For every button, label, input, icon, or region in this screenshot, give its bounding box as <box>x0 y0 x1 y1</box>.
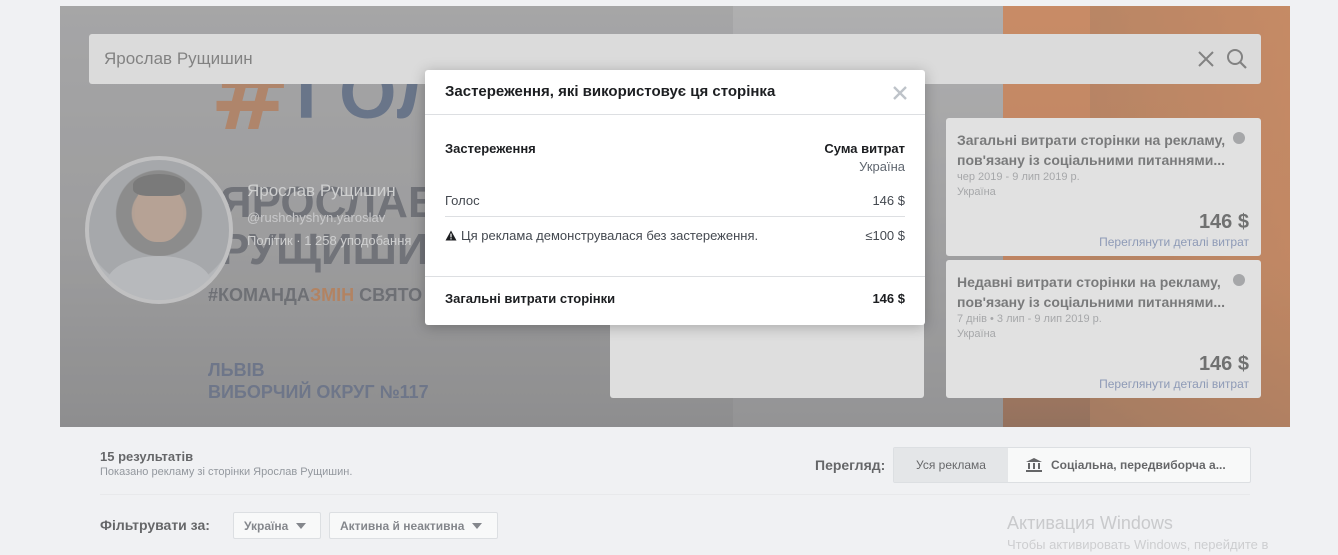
total-spend-amount: 146 $ <box>872 291 905 306</box>
close-icon[interactable] <box>891 84 909 102</box>
disclaimer-column-header: Застереження <box>445 141 536 156</box>
spend-column-country: Україна <box>859 159 905 174</box>
disclaimers-dialog: Застереження, які використовує ця сторін… <box>425 70 925 325</box>
disclaimer-amount: 146 $ <box>872 193 905 208</box>
windows-watermark-text: Чтобы активировать Windows, перейдите в <box>1007 537 1269 552</box>
no-disclaimer-row: Ця реклама демонструвалася без застереже… <box>445 228 758 243</box>
total-spend-label: Загальні витрати сторінки <box>445 291 616 306</box>
spend-column-header: Сума витрат <box>824 141 905 156</box>
row-divider <box>445 216 905 217</box>
dialog-divider <box>425 114 925 115</box>
disclaimer-name: Голос <box>445 193 480 208</box>
dialog-divider <box>425 276 925 277</box>
no-disclaimer-text: Ця реклама демонструвалася без застереже… <box>461 228 759 243</box>
warning-icon <box>445 230 457 241</box>
dialog-title: Застереження, які використовує ця сторін… <box>445 83 776 100</box>
no-disclaimer-amount: ≤100 $ <box>865 228 905 243</box>
windows-watermark-title: Активация Windows <box>1007 513 1173 533</box>
